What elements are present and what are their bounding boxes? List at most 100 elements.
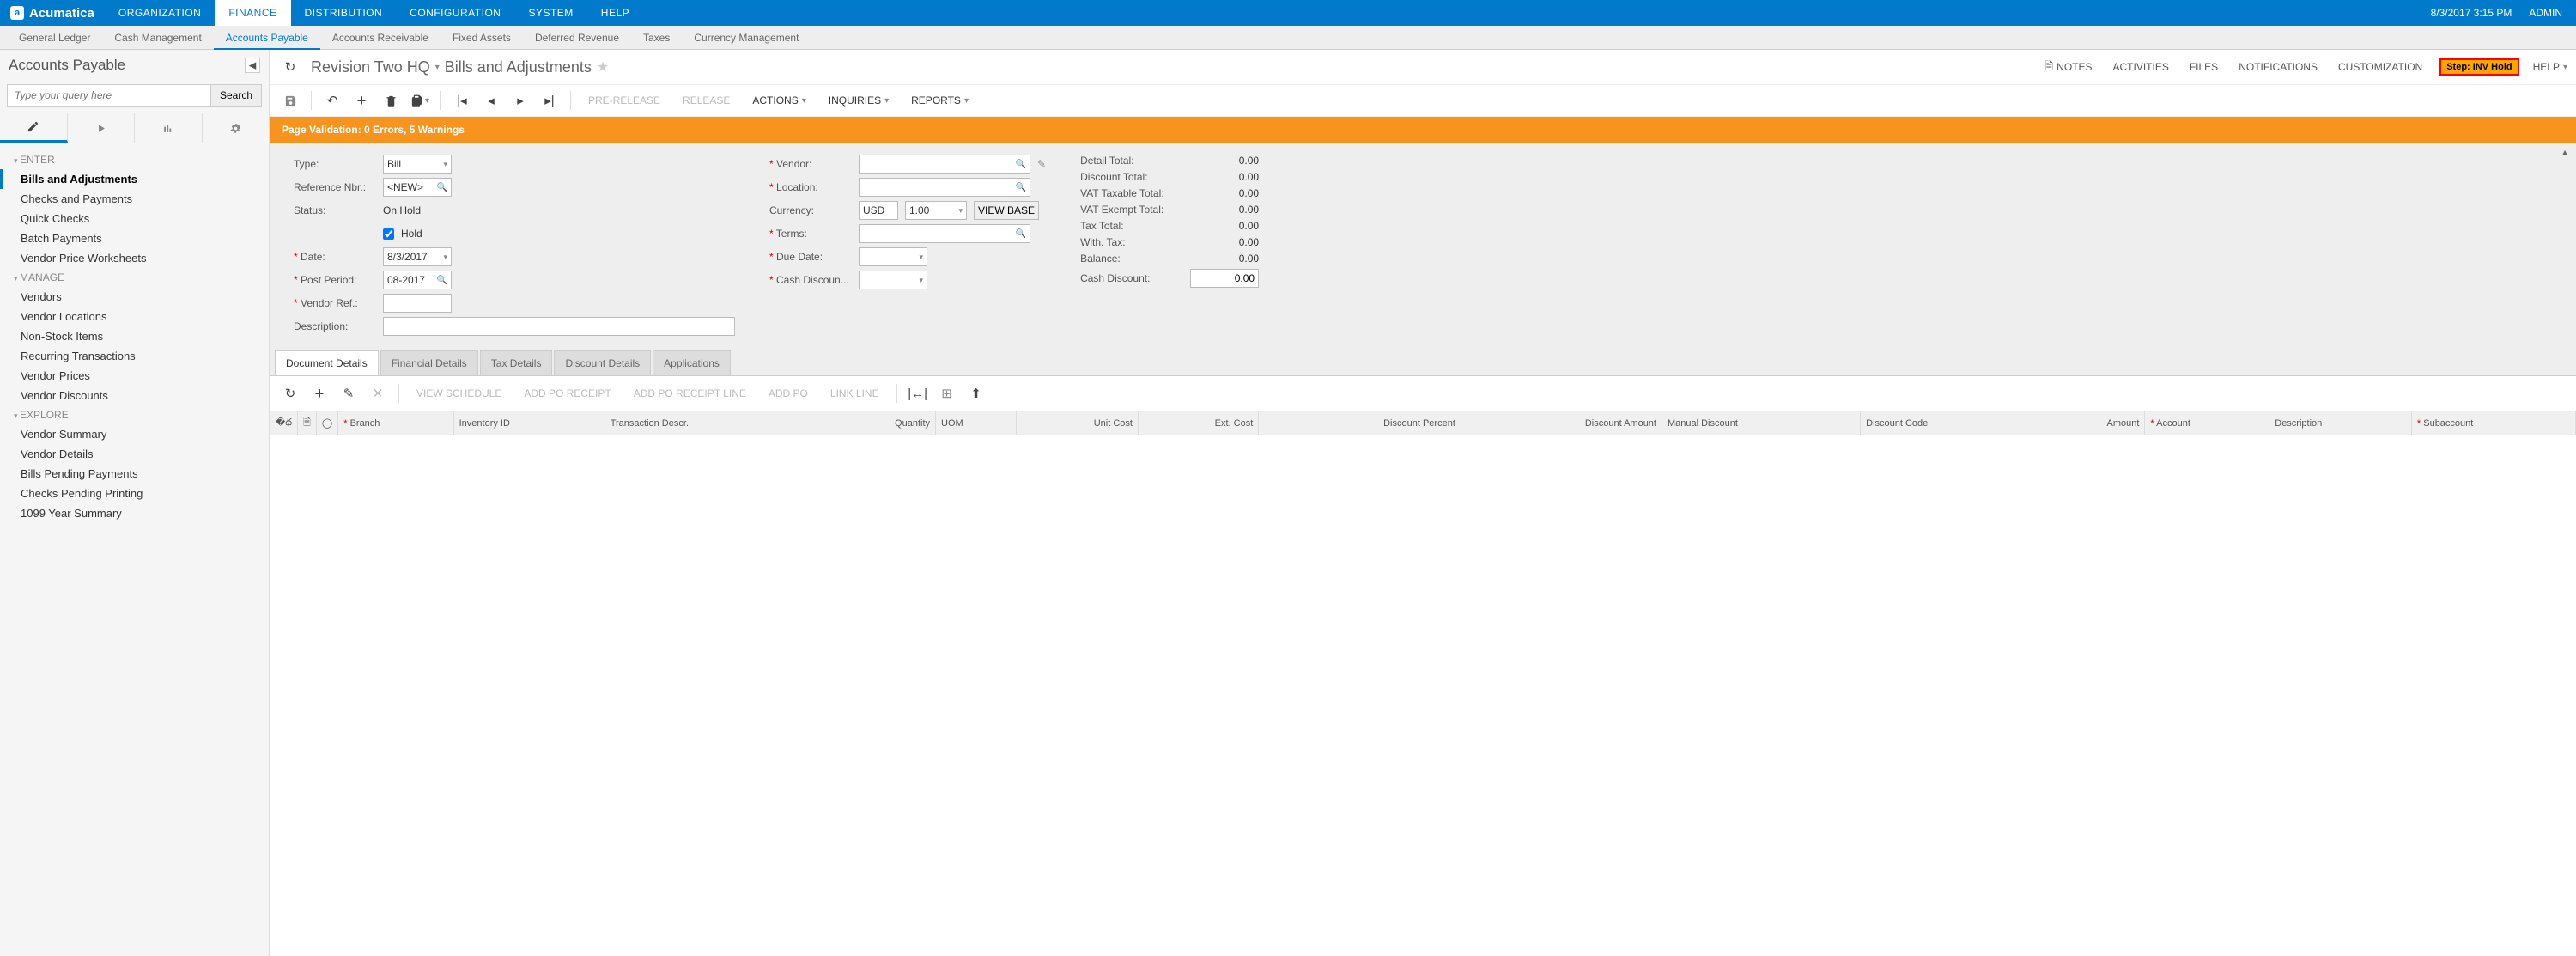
collapse-form-icon[interactable]: ▴: [2562, 146, 2567, 158]
sidebar-tab-play[interactable]: [68, 113, 136, 143]
nav-item-quick-checks[interactable]: Quick Checks: [0, 209, 269, 228]
vendor-ref-input[interactable]: [383, 294, 452, 313]
undo-icon[interactable]: ↶: [320, 88, 344, 113]
grid-col-transaction-descr-[interactable]: Transaction Descr.: [605, 411, 823, 435]
grid-col-notes[interactable]: 🗎: [298, 411, 317, 435]
sidebar-collapse-button[interactable]: ◂: [245, 58, 260, 73]
username[interactable]: ADMIN: [2529, 7, 2562, 19]
type-select[interactable]: Bill: [383, 155, 452, 174]
actions-menu[interactable]: ACTIONS▾: [744, 94, 814, 107]
hold-checkbox[interactable]: [383, 228, 394, 240]
last-icon[interactable]: ▸|: [538, 88, 562, 113]
due-date-input[interactable]: [859, 247, 927, 266]
currency-code[interactable]: USD: [859, 201, 898, 220]
nav-item-batch-payments[interactable]: Batch Payments: [0, 228, 269, 248]
export-excel-icon[interactable]: ⊞: [935, 381, 959, 405]
subnav-cash-management[interactable]: Cash Management: [102, 26, 213, 50]
nav-item-vendor-details[interactable]: Vendor Details: [0, 444, 269, 464]
grid-col-ext--cost[interactable]: Ext. Cost: [1138, 411, 1258, 435]
activities-link[interactable]: ACTIVITIES: [2113, 61, 2169, 73]
grid-col-discount-amount[interactable]: Discount Amount: [1461, 411, 1662, 435]
edit-vendor-icon[interactable]: ✎: [1037, 158, 1046, 170]
search-input[interactable]: [7, 84, 211, 107]
nav-item-vendor-locations[interactable]: Vendor Locations: [0, 307, 269, 326]
grid-col-manual-discount[interactable]: Manual Discount: [1662, 411, 1860, 435]
inquiries-menu[interactable]: INQUIRIES▾: [820, 94, 897, 107]
next-icon[interactable]: ▸: [508, 88, 532, 113]
description-input[interactable]: [383, 317, 735, 336]
details-grid[interactable]: �ధ 🗎 ◯ * BranchInventory IDTransaction D…: [270, 411, 2576, 435]
cash-discount-input[interactable]: [1190, 269, 1259, 288]
cash-discount-date-input[interactable]: [859, 271, 927, 289]
sidebar-tab-settings[interactable]: [203, 113, 270, 143]
upload-icon[interactable]: ⬆: [964, 381, 988, 405]
topnav-configuration[interactable]: CONFIGURATION: [396, 0, 514, 26]
brand-logo[interactable]: a Acumatica: [0, 6, 105, 21]
search-button[interactable]: Search: [211, 84, 262, 107]
grid-col-uom[interactable]: UOM: [936, 411, 1017, 435]
add-icon[interactable]: +: [349, 88, 374, 113]
nav-item-bills-pending-payments[interactable]: Bills Pending Payments: [0, 464, 269, 484]
favorite-star-icon[interactable]: ★: [597, 58, 609, 76]
chevron-down-icon[interactable]: ▾: [435, 63, 440, 72]
nav-item-vendor-summary[interactable]: Vendor Summary: [0, 424, 269, 444]
ref-lookup[interactable]: <NEW>: [383, 178, 452, 197]
nav-item-1099-year-summary[interactable]: 1099 Year Summary: [0, 503, 269, 523]
delete-icon[interactable]: [379, 88, 403, 113]
nav-item-checks-and-payments[interactable]: Checks and Payments: [0, 189, 269, 209]
subnav-fixed-assets[interactable]: Fixed Assets: [440, 26, 523, 50]
grid-col-files[interactable]: ◯: [316, 411, 337, 435]
view-base-button[interactable]: VIEW BASE: [974, 201, 1039, 220]
post-period-lookup[interactable]: 08-2017: [383, 271, 452, 289]
grid-col-inventory-id[interactable]: Inventory ID: [453, 411, 605, 435]
grid-refresh-icon[interactable]: ↻: [278, 381, 302, 405]
grid-col-subaccount[interactable]: * Subaccount: [2411, 411, 2575, 435]
nav-item-bills-and-adjustments[interactable]: Bills and Adjustments: [0, 169, 269, 189]
terms-lookup[interactable]: [859, 224, 1030, 243]
tab-document-details[interactable]: Document Details: [275, 350, 379, 375]
nav-section-enter[interactable]: ENTER: [0, 150, 269, 169]
notes-link[interactable]: 🗎 NOTES: [2045, 58, 2093, 76]
first-icon[interactable]: |◂: [450, 88, 474, 113]
grid-col-unit-cost[interactable]: Unit Cost: [1017, 411, 1139, 435]
grid-col-discount-percent[interactable]: Discount Percent: [1259, 411, 1461, 435]
help-link[interactable]: HELP ▾: [2533, 61, 2567, 73]
notifications-link[interactable]: NOTIFICATIONS: [2239, 61, 2318, 73]
date-input[interactable]: 8/3/2017: [383, 247, 452, 266]
vendor-lookup[interactable]: [859, 155, 1030, 174]
nav-item-vendor-prices[interactable]: Vendor Prices: [0, 366, 269, 386]
nav-item-checks-pending-printing[interactable]: Checks Pending Printing: [0, 484, 269, 503]
nav-section-manage[interactable]: MANAGE: [0, 268, 269, 287]
reports-menu[interactable]: REPORTS▾: [902, 94, 977, 107]
topnav-system[interactable]: SYSTEM: [514, 0, 586, 26]
grid-col-branch[interactable]: * Branch: [338, 411, 453, 435]
topnav-organization[interactable]: ORGANIZATION: [105, 0, 215, 26]
refresh-icon[interactable]: ↻: [278, 55, 302, 79]
subnav-accounts-payable[interactable]: Accounts Payable: [214, 26, 320, 50]
grid-col-selector[interactable]: �ధ: [270, 411, 298, 435]
location-lookup[interactable]: [859, 178, 1030, 197]
subnav-deferred-revenue[interactable]: Deferred Revenue: [523, 26, 631, 50]
company-selector[interactable]: Revision Two HQ: [311, 58, 430, 76]
topnav-finance[interactable]: FINANCE: [215, 0, 290, 26]
fit-column-icon[interactable]: |↔|: [906, 381, 930, 405]
grid-col-discount-code[interactable]: Discount Code: [1861, 411, 2038, 435]
nav-item-vendor-price-worksheets[interactable]: Vendor Price Worksheets: [0, 248, 269, 268]
subnav-taxes[interactable]: Taxes: [631, 26, 682, 50]
grid-col-account[interactable]: * Account: [2145, 411, 2269, 435]
files-link[interactable]: FILES: [2190, 61, 2218, 73]
sidebar-tab-edit[interactable]: [0, 113, 68, 143]
tab-applications[interactable]: Applications: [653, 350, 731, 375]
nav-section-explore[interactable]: EXPLORE: [0, 405, 269, 424]
subnav-currency-management[interactable]: Currency Management: [682, 26, 811, 50]
grid-col-amount[interactable]: Amount: [2038, 411, 2145, 435]
currency-rate[interactable]: 1.00: [905, 201, 967, 220]
grid-edit-icon[interactable]: ✎: [337, 381, 361, 405]
topnav-distribution[interactable]: DISTRIBUTION: [291, 0, 397, 26]
save-icon[interactable]: [278, 88, 302, 113]
grid-col-description[interactable]: Description: [2269, 411, 2412, 435]
topnav-help[interactable]: HELP: [587, 0, 643, 26]
tab-discount-details[interactable]: Discount Details: [554, 350, 651, 375]
nav-item-vendors[interactable]: Vendors: [0, 287, 269, 307]
subnav-accounts-receivable[interactable]: Accounts Receivable: [320, 26, 440, 50]
